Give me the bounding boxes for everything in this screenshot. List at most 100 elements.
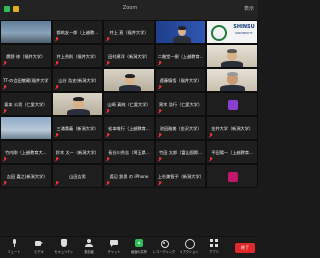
participant-name: 三浦貴義（新潟大学）	[56, 126, 99, 131]
chat-label: チャット	[107, 250, 121, 254]
participant-name: 山崎 真純（仁愛大学）	[107, 102, 151, 107]
view-button[interactable]: 表示	[244, 5, 254, 12]
participant-name: 長谷川秀志（埼玉県...	[108, 150, 150, 155]
participants-button[interactable]: 参加者	[77, 239, 101, 254]
window-controls[interactable]	[4, 6, 19, 12]
participant-tile[interactable]	[206, 164, 258, 188]
participant-tile[interactable]: 鈴木 太一（新潟大学）	[51, 140, 104, 164]
participant-hair	[227, 49, 238, 53]
window-topbar: Zoom 表示	[0, 0, 258, 20]
muted-mic-icon	[106, 37, 110, 42]
muted-mic-icon	[106, 133, 110, 138]
participant-tile[interactable]: 坂本 公男（仁愛大学）	[0, 92, 52, 116]
participant-tile[interactable]: 松本唯行（上越教育...	[103, 116, 155, 140]
participant-body	[220, 85, 246, 91]
participant-tile[interactable]	[154, 20, 207, 44]
muted-mic-icon	[209, 157, 213, 162]
participant-tile[interactable]: 山谷 浩史(新潟大学)	[51, 68, 104, 92]
participant-tile[interactable]: 金井大学（新潟大学）	[206, 116, 258, 140]
participant-gallery: 都筑友一郎（上越教... 井上 直（福井大学） SHINSU UNIVERSITY…	[0, 20, 258, 236]
video-button[interactable]: ビデオ	[27, 239, 51, 254]
muted-mic-icon	[106, 109, 110, 114]
participant-tile[interactable]: 平田陽一（上越教育...	[206, 140, 258, 164]
security-button[interactable]: セキュリティ	[52, 239, 76, 254]
participant-tile[interactable]	[0, 116, 52, 140]
participant-tile[interactable]	[206, 68, 258, 92]
participant-tile[interactable]: 渡辺 鉄男 の iPhone	[103, 164, 155, 188]
participant-tile[interactable]	[206, 92, 258, 116]
participant-tile[interactable]: 上杉美智子（新潟大学）	[154, 164, 207, 188]
muted-mic-icon	[158, 133, 162, 138]
participant-tile[interactable]: 井上秀則（福井大学）	[51, 44, 104, 68]
participant-tile[interactable]	[206, 44, 258, 68]
participant-name: 都筑友一郎（上越教...	[56, 30, 99, 35]
mute-button[interactable]: ミュート	[2, 239, 26, 254]
participants-icon	[85, 239, 93, 247]
participant-name: 平田陽一（上越教育...	[211, 150, 254, 155]
muted-mic-icon	[55, 157, 59, 162]
participant-tile[interactable]: TT-の会田敬蔵(福井大学)	[0, 68, 52, 92]
apps-button[interactable]: アプリ	[202, 239, 226, 254]
participant-tile[interactable]: 竹田 太郎（富山国際...	[154, 140, 207, 164]
participant-tile[interactable]: 三浦貴義（新潟大学）	[51, 116, 104, 140]
participant-tile[interactable]: 黒木 浩行（仁愛大学）	[154, 92, 207, 116]
apps-label: アプリ	[209, 250, 219, 254]
share-screen-button[interactable]: 画面の共有	[127, 239, 151, 254]
avatar	[228, 100, 239, 110]
muted-mic-icon	[3, 157, 7, 162]
participant-hair	[227, 72, 239, 76]
muted-mic-icon	[158, 109, 162, 114]
participant-tile[interactable]: 竹内剛（上越教育大...	[0, 140, 52, 164]
participant-name: 鈴木 太一（新潟大学）	[55, 150, 99, 155]
participant-tile[interactable]	[103, 68, 155, 92]
muted-mic-icon	[3, 109, 7, 114]
muted-mic-icon	[106, 181, 110, 186]
camera-icon	[35, 239, 43, 247]
participants-label: 参加者	[84, 250, 94, 254]
muted-mic-icon	[209, 133, 213, 138]
muted-mic-icon	[55, 181, 59, 186]
mute-label: ミュート	[7, 250, 21, 254]
participant-name: 山田吉男	[69, 174, 86, 179]
muted-mic-icon	[158, 85, 162, 90]
security-label: セキュリティ	[54, 250, 74, 254]
participant-tile[interactable]: 二階堂一樹（上越教育...	[154, 44, 207, 68]
window-title: Zoom	[122, 5, 138, 11]
muted-mic-icon	[55, 133, 59, 138]
chat-button[interactable]: チャット	[102, 239, 126, 254]
record-icon	[160, 239, 169, 248]
participant-tile[interactable]	[51, 92, 104, 116]
participant-tile[interactable]: 吉田 嘉之(新潟大学)	[0, 164, 52, 188]
participant-tile[interactable]	[0, 20, 52, 44]
participant-name: 田村建洋（新潟大学）	[108, 54, 150, 59]
participant-name: 黒木 浩行（仁愛大学）	[158, 102, 203, 107]
participant-body	[119, 85, 142, 91]
chat-icon	[110, 239, 118, 247]
participant-tile[interactable]: 長谷川秀志（埼玉県...	[103, 140, 155, 164]
participant-tile[interactable]: 山崎 真純（仁愛大学）	[103, 92, 155, 116]
participant-tile[interactable]: 池田雅美（金沢大学）	[154, 116, 207, 140]
avatar	[228, 172, 239, 182]
microphone-icon	[10, 239, 18, 247]
record-button[interactable]: レコーディング	[152, 239, 176, 254]
muted-mic-icon	[106, 157, 110, 162]
info-icon[interactable]	[13, 6, 19, 12]
participant-tile[interactable]: 田村建洋（新潟大学）	[103, 44, 155, 68]
participant-tile[interactable]: 井上 直（福井大学）	[103, 20, 155, 44]
reactions-button[interactable]: リアクション	[177, 239, 201, 254]
participant-tile[interactable]: SHINSU UNIVERSITY	[206, 20, 258, 44]
shield-icon[interactable]	[4, 6, 10, 12]
share-screen-icon	[135, 239, 143, 247]
shield-icon	[60, 239, 68, 247]
participant-tile[interactable]: 遠藤慎悟（福井大学）	[154, 68, 207, 92]
muted-mic-icon	[55, 85, 59, 90]
smiley-icon	[185, 239, 195, 249]
meeting-toolbar: ミュート ビデオ セキュリティ 参加者 チャット 画面の共有 レコーディング リ…	[0, 236, 258, 258]
participant-hair	[72, 97, 84, 101]
muted-mic-icon	[3, 61, 7, 66]
participant-body	[172, 36, 191, 43]
end-meeting-button[interactable]: 終了	[235, 243, 255, 253]
participant-tile[interactable]: 山田吉男	[51, 164, 104, 188]
participant-tile[interactable]: 都筑友一郎（上越教...	[51, 20, 104, 44]
participant-tile[interactable]: 鷹野 修（福井大学）	[0, 44, 52, 68]
